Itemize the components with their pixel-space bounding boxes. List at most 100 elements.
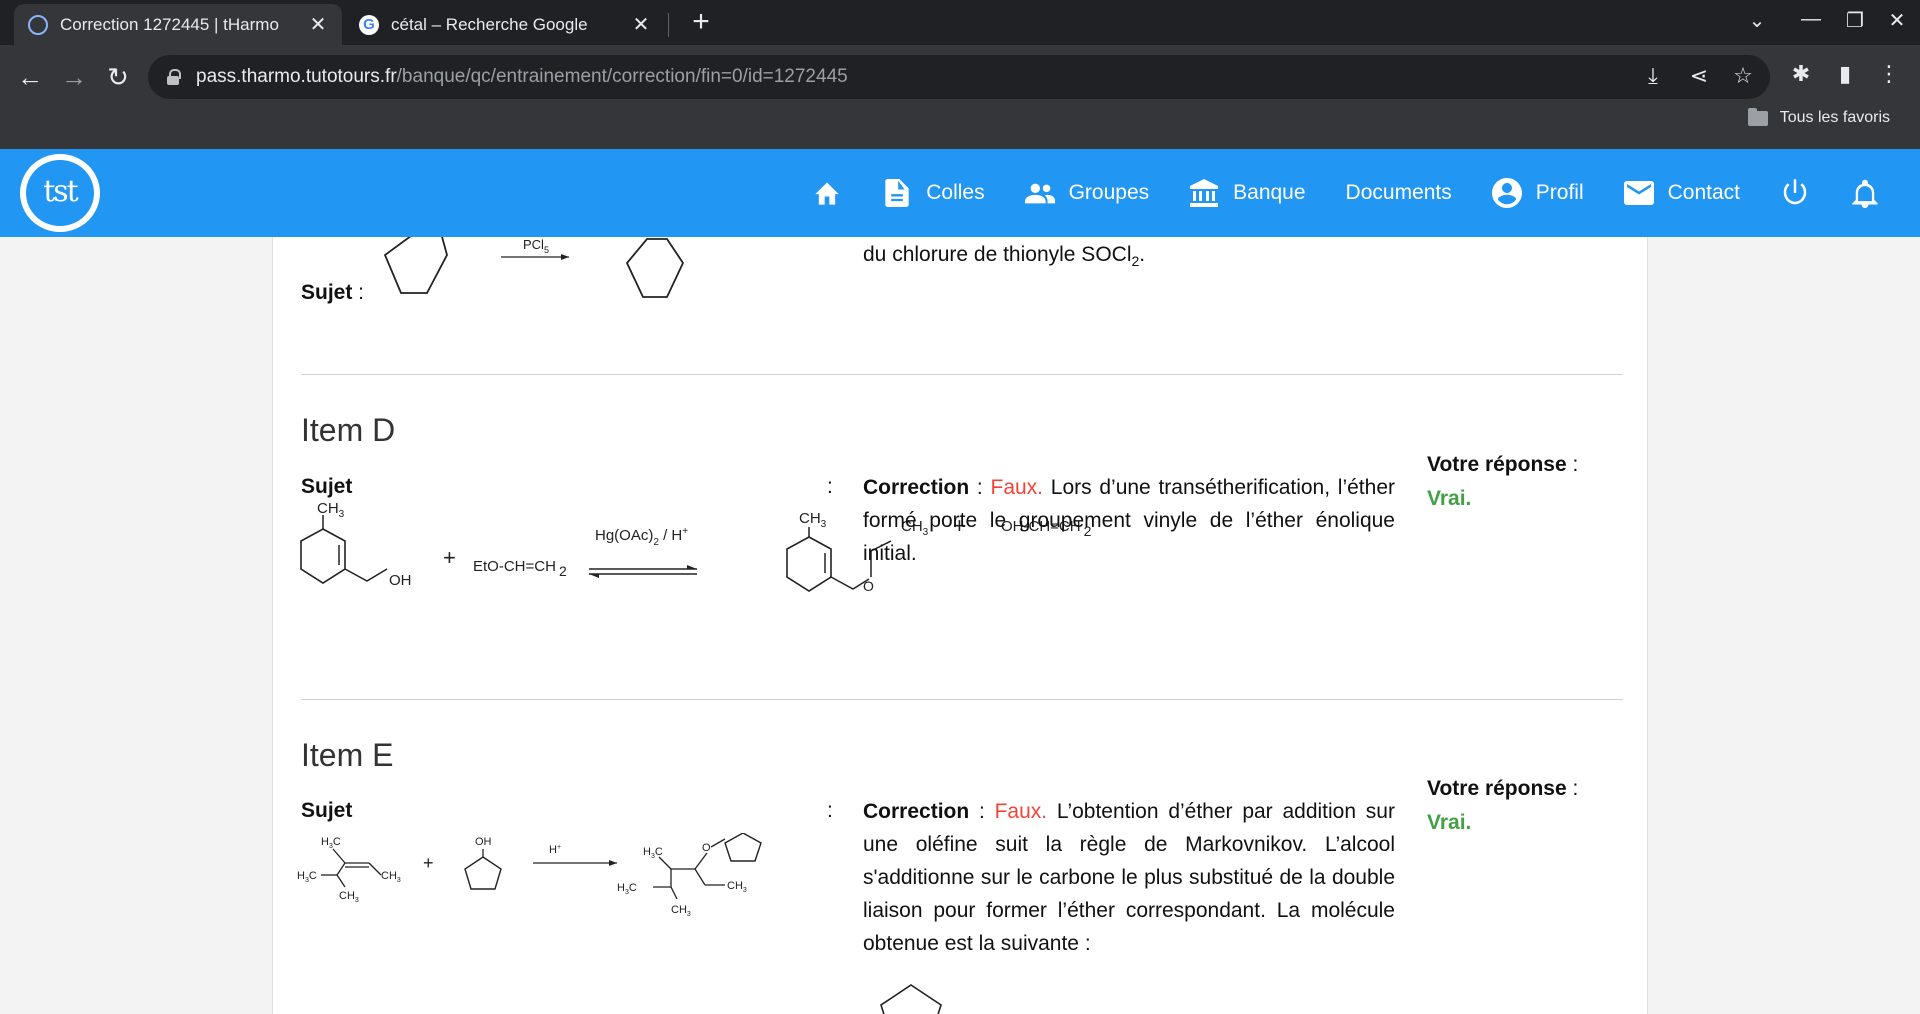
plus-sign: + <box>443 545 456 570</box>
oh-label: OH <box>389 572 412 589</box>
close-window-icon[interactable]: ✕ <box>1882 8 1912 33</box>
nav-colles[interactable]: Colles <box>882 178 985 208</box>
cyclohexane-product <box>625 238 685 298</box>
tab-search-chevron-icon[interactable]: ⌄ <box>1742 8 1772 33</box>
ch3-label: CH3 <box>671 904 691 918</box>
item-d-title: Item D <box>301 412 396 448</box>
bank-icon <box>1189 178 1219 208</box>
nav-contact[interactable]: Contact <box>1623 178 1740 208</box>
browser-toolbar: ← → ↻ pass.tharmo.tutotours.fr/banque/qc… <box>0 45 1920 149</box>
item-d-correction: Correction : Faux. Lors d’une transéther… <box>863 476 1395 565</box>
item-e-sujet-label: Sujet <box>301 799 353 822</box>
item-c-product <box>625 238 685 298</box>
cyclohexane-reactant <box>383 237 448 294</box>
ch3-label: CH3 <box>339 890 359 904</box>
item-e-title: Item E <box>301 737 394 773</box>
item-e-verdict: Faux. <box>994 800 1048 823</box>
nav-documents[interactable]: Documents <box>1346 181 1452 205</box>
eto-reagent: EtO-CH=CH 2 <box>473 558 567 579</box>
item-divider <box>301 699 1623 700</box>
item-e-result-molecule <box>880 984 942 1014</box>
document-icon <box>882 178 912 208</box>
mail-icon <box>1623 178 1654 208</box>
back-icon[interactable]: ← <box>12 59 48 95</box>
restore-icon[interactable]: ❐ <box>1840 8 1870 33</box>
minimize-icon[interactable]: — <box>1796 8 1826 31</box>
product-ch3: CH3 <box>799 510 827 530</box>
tab-title: Correction 1272445 | tHarmo <box>60 14 279 34</box>
nav-banque[interactable]: Banque <box>1189 178 1306 208</box>
url-host: pass.tharmo.tutotours.fr <box>196 66 397 87</box>
nav-home[interactable] <box>812 178 842 208</box>
bell-icon <box>1850 178 1880 208</box>
nav-groupes-label: Groupes <box>1068 181 1150 204</box>
cyclopentyl-ring <box>724 833 762 862</box>
power-icon <box>1780 178 1810 208</box>
close-tab-icon[interactable]: ✕ <box>631 12 651 37</box>
nav-profil-label: Profil <box>1535 181 1584 204</box>
browser-menu-icon[interactable]: ⋮ <box>1874 61 1904 87</box>
cyclopentanol-ring <box>464 856 502 890</box>
new-tab-button[interactable]: + <box>684 6 718 40</box>
notifications-button[interactable] <box>1850 178 1880 208</box>
share-icon[interactable]: ⋖ <box>1684 63 1714 89</box>
h3c-label: H3C <box>297 870 317 884</box>
install-app-icon[interactable]: ⤓ <box>1638 63 1668 89</box>
item-e-colon: : <box>827 799 833 822</box>
reverse-arrow-head <box>589 574 599 578</box>
browser-tab-bar: Correction 1272445 | tHarmo ✕ G cétal – … <box>0 0 1920 45</box>
tharmo-favicon-icon <box>28 14 48 35</box>
ch3-label: CH3 <box>727 880 747 894</box>
arrow-head <box>561 254 569 260</box>
item-e-answer-value: Vrai. <box>1427 811 1472 834</box>
address-bar[interactable]: pass.tharmo.tutotours.fr/banque/qc/entra… <box>148 55 1770 99</box>
logout-button[interactable] <box>1780 178 1810 208</box>
bookmarks-label: Tous les favoris <box>1779 109 1890 126</box>
nav-contact-label: Contact <box>1667 181 1740 204</box>
ch2-bond <box>344 568 388 582</box>
item-c-sujet-label: Sujet : <box>301 281 365 304</box>
nav-profil[interactable]: Profil <box>1491 178 1584 208</box>
catalyst-label: H+ <box>549 844 561 856</box>
folder-icon <box>1747 107 1768 126</box>
ch3-label: CH3 <box>317 501 345 520</box>
logo-text: tst <box>43 174 79 209</box>
item-d-scheme: CH3 OH + EtO-CH=CH 2 Hg(OAc)2 / H+ <box>300 501 697 589</box>
product-o: O <box>863 578 874 594</box>
nav-groupes[interactable]: Groupes <box>1024 178 1150 208</box>
reload-icon[interactable]: ↻ <box>100 59 136 95</box>
tab-separator <box>668 13 669 37</box>
catalyst-label: Hg(OAc)2 / H+ <box>595 526 688 548</box>
site-header: tst Colles Groupes Banque Documents Prof… <box>0 149 1920 237</box>
item-d-answer-value: Vrai. <box>1427 487 1472 510</box>
group-icon <box>1024 178 1055 208</box>
forward-arrow-head <box>687 565 697 569</box>
url-path: /banque/qc/entrainement/correction/fin=0… <box>396 66 848 87</box>
item-e-answer-label: Votre réponse : <box>1427 777 1579 800</box>
plus-sign: + <box>423 853 434 873</box>
item-d-verdict: Faux. <box>990 476 1044 499</box>
o-label: O <box>702 842 711 854</box>
extensions-icon[interactable]: ✱ <box>1786 61 1816 87</box>
item-d-answer-label: Votre réponse : <box>1427 453 1579 476</box>
ch3-label: CH3 <box>381 870 401 884</box>
site-logo[interactable]: tst <box>20 154 100 232</box>
item-c-correction-tail: du chlorure de thionyle SOCl2. <box>863 243 1146 270</box>
account-circle-icon <box>1491 178 1522 208</box>
result-cyclopentane-ring <box>880 984 942 1014</box>
h3c-label: H3C <box>321 836 341 850</box>
item-d-sujet-label: Sujet <box>301 475 353 498</box>
arrow-head <box>609 860 617 866</box>
bookmark-star-icon[interactable]: ☆ <box>1728 63 1758 89</box>
tab-google[interactable]: G cétal – Recherche Google ✕ <box>345 4 665 45</box>
lock-icon <box>166 69 181 85</box>
nav-banque-label: Banque <box>1233 181 1306 204</box>
close-tab-icon[interactable]: ✕ <box>308 12 328 37</box>
all-bookmarks[interactable]: Tous les favoris <box>1747 107 1890 127</box>
item-divider <box>301 374 1623 375</box>
home-icon <box>812 178 842 208</box>
h3c-label: H3C <box>617 882 637 896</box>
side-panel-icon[interactable]: ▮ <box>1830 61 1860 87</box>
tab-correction[interactable]: Correction 1272445 | tHarmo ✕ <box>14 4 342 45</box>
forward-icon[interactable]: → <box>56 59 92 95</box>
